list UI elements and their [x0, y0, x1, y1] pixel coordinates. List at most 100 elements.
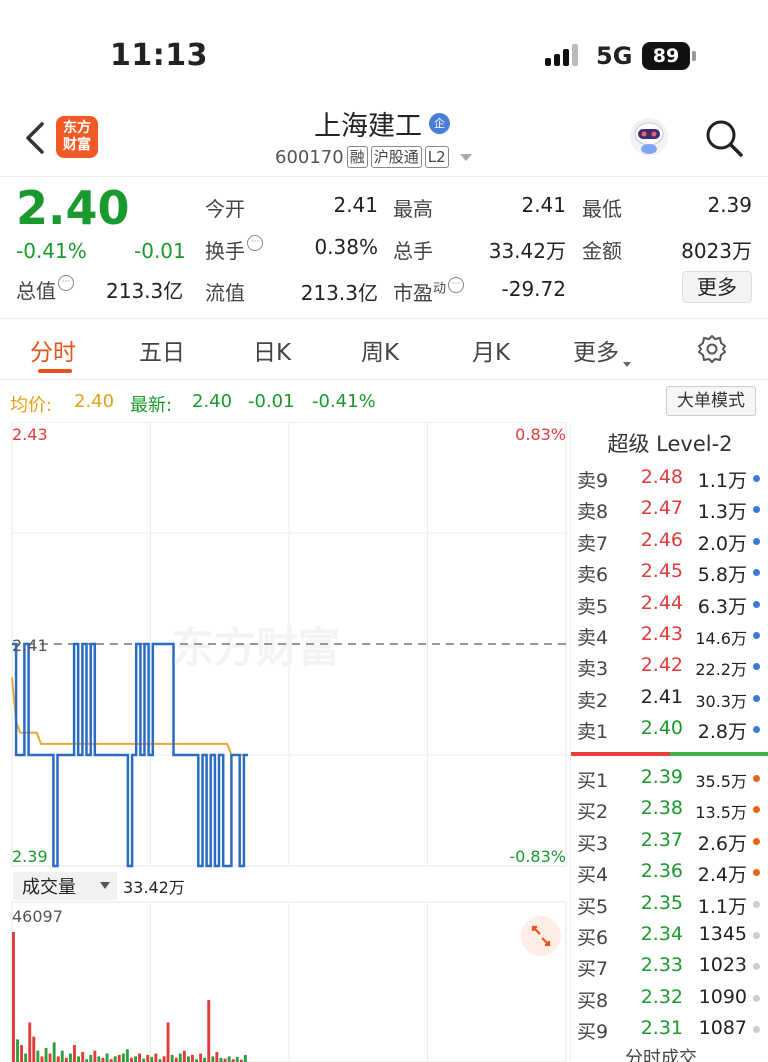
- order-dot-icon: [753, 506, 760, 514]
- status-bar: 11:13 5G 89: [0, 0, 768, 100]
- bid-row[interactable]: 买8 2.32 1090: [571, 982, 768, 1013]
- ask-row[interactable]: 卖2 2.41 30.3万: [571, 682, 768, 713]
- last-price: 2.40: [16, 181, 130, 235]
- bid-row[interactable]: 买7 2.33 1023: [571, 950, 768, 981]
- level-price: 2.41: [640, 685, 683, 708]
- bid-row[interactable]: 买3 2.37 2.6万: [571, 825, 768, 856]
- eastmoney-logo[interactable]: 东方 财富: [56, 116, 98, 158]
- level-volume: 2.0万: [697, 532, 747, 555]
- ask-row[interactable]: 卖8 2.47 1.3万: [571, 493, 768, 524]
- bid-row[interactable]: 买4 2.36 2.4万: [571, 856, 768, 887]
- level-volume: 35.5万: [695, 772, 747, 791]
- ask-row[interactable]: 卖3 2.42 22.2万: [571, 650, 768, 681]
- pe-label-text: 市盈: [393, 281, 433, 305]
- expand-icon[interactable]: [521, 916, 561, 956]
- float-value-label: 流值: [205, 281, 245, 305]
- volume-bar: [182, 1050, 186, 1062]
- bid-row[interactable]: 买5 2.35 1.1万: [571, 888, 768, 919]
- level-label: 卖9: [577, 470, 609, 492]
- bid-ask-ratio-bar: [571, 752, 768, 756]
- market-value-label[interactable]: 总值 ···: [16, 275, 74, 304]
- ask-row[interactable]: 卖6 2.45 5.8万: [571, 556, 768, 587]
- tab-more[interactable]: 更多: [573, 333, 631, 367]
- tab-weekly-k[interactable]: 周K: [361, 333, 399, 367]
- ask-row[interactable]: 卖7 2.46 2.0万: [571, 525, 768, 556]
- volume-bar: [28, 1022, 32, 1062]
- level-label: 卖7: [577, 532, 609, 555]
- bid-row[interactable]: 买1 2.39 35.5万: [571, 762, 768, 793]
- pe-label-sup: 动: [433, 281, 447, 297]
- amount-label: 金额: [582, 239, 622, 263]
- robot-assistant-icon[interactable]: [628, 116, 670, 158]
- volume-bar: [40, 1056, 44, 1062]
- latest-value: 2.40: [192, 391, 233, 412]
- tab-five-day[interactable]: 五日: [139, 333, 185, 367]
- pe-label[interactable]: 市盈动 ···: [393, 277, 465, 306]
- big-order-mode-button[interactable]: 大单模式: [666, 386, 756, 416]
- info-icon[interactable]: ···: [247, 235, 263, 251]
- bid-row[interactable]: 买9 2.31 1087: [571, 1013, 768, 1044]
- pct-top-label: 0.83%: [515, 425, 566, 444]
- stock-header: 东方 财富 上海建工 企 600170 融 沪股通 L2: [0, 100, 768, 176]
- pe-value: -29.72: [501, 277, 566, 301]
- tab-intraday[interactable]: 分时: [30, 333, 76, 367]
- tab-daily-k[interactable]: 日K: [253, 333, 291, 367]
- volume-value: 33.42万: [488, 239, 566, 263]
- volume-bar: [97, 1056, 101, 1062]
- volume-bar: [12, 932, 15, 1062]
- more-button[interactable]: 更多: [682, 271, 752, 303]
- level-label: 卖2: [577, 689, 609, 712]
- bid-row[interactable]: 买2 2.38 13.5万: [571, 793, 768, 824]
- info-icon[interactable]: ···: [58, 275, 74, 291]
- enterprise-badge-icon: 企: [429, 113, 450, 134]
- volume-bar: [105, 1053, 109, 1062]
- intraday-chart[interactable]: 东方财富 2.43 2.41 2.39 0.83% -0.83% 成交量 33.…: [0, 421, 570, 1062]
- chevron-down-icon[interactable]: [459, 153, 472, 161]
- low-value: 2.39: [707, 193, 752, 217]
- low-label: 最低: [582, 197, 622, 221]
- gear-icon[interactable]: [696, 333, 728, 365]
- volume-bar: [227, 1056, 231, 1062]
- level-volume: 1.1万: [697, 470, 747, 492]
- ask-row[interactable]: 卖5 2.44 6.3万: [571, 588, 768, 619]
- ask-row[interactable]: 卖1 2.40 2.8万: [571, 713, 768, 744]
- stock-name[interactable]: 上海建工: [314, 104, 422, 143]
- volume-bar: [154, 1053, 158, 1062]
- volume-bar: [77, 1056, 80, 1062]
- turnover-label[interactable]: 换手 ···: [205, 235, 263, 264]
- volume-bar: [150, 1056, 154, 1062]
- order-book-title[interactable]: 超级 Level-2: [571, 428, 768, 458]
- ask-row[interactable]: 卖9 2.48 1.1万: [571, 462, 768, 493]
- level-price: 2.46: [640, 528, 683, 551]
- volume-bar: [178, 1053, 182, 1062]
- order-dot-icon: [753, 806, 760, 814]
- volume-bar: [60, 1050, 64, 1062]
- stock-code-line[interactable]: 600170 融 沪股通 L2: [275, 146, 472, 168]
- ask-row[interactable]: 卖4 2.43 14.6万: [571, 619, 768, 650]
- level-price: 2.33: [640, 954, 683, 977]
- volume-bar: [243, 1054, 247, 1062]
- search-icon[interactable]: [704, 118, 744, 158]
- open-label: 今开: [205, 197, 245, 221]
- tab-monthly-k[interactable]: 月K: [472, 333, 510, 367]
- volume-bar: [24, 1053, 28, 1062]
- order-book: 超级 Level-2 卖9 2.48 1.1万 卖8 2.47 1.3万卖7 2.46 2.0…: [570, 422, 768, 1062]
- volume-bar: [130, 1057, 133, 1062]
- volume-bar: [162, 1056, 166, 1062]
- info-icon[interactable]: ···: [448, 277, 465, 293]
- level-volume: 1345: [698, 923, 747, 945]
- intraday-chart-svg[interactable]: 东方财富 2.43 2.41 2.39 0.83% -0.83% 成交量 33.…: [0, 421, 570, 1062]
- chart-tabs: 分时 五日 日K 周K 月K 更多: [0, 318, 768, 380]
- level-price: 2.32: [640, 985, 683, 1008]
- bid-row[interactable]: 买6 2.34 1345: [571, 919, 768, 950]
- level-price: 2.48: [640, 466, 683, 488]
- volume-bar: [235, 1056, 239, 1062]
- level-price: 2.37: [640, 828, 683, 851]
- level-volume: 22.2万: [695, 660, 747, 680]
- amount-value: 8023万: [681, 239, 752, 263]
- back-icon[interactable]: [22, 120, 52, 156]
- volume-bar: [199, 1053, 203, 1062]
- y-bottom-label: 2.39: [12, 847, 48, 866]
- latest-percent: -0.41%: [312, 391, 376, 412]
- tick-trades-tab[interactable]: 分时成交: [625, 1044, 697, 1062]
